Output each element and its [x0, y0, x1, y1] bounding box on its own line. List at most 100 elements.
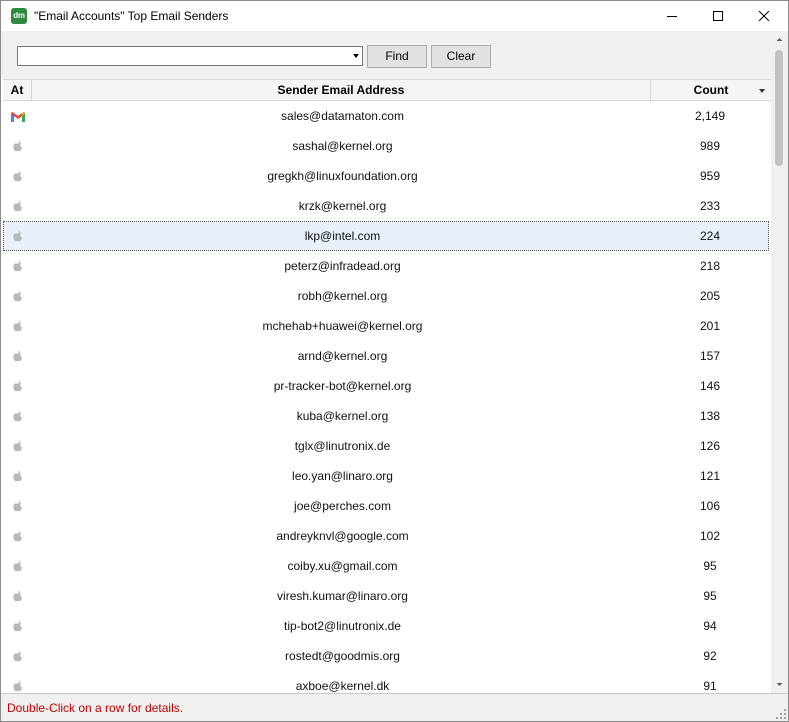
close-icon	[759, 11, 769, 21]
clear-button[interactable]: Clear	[431, 45, 491, 68]
apple-icon	[10, 649, 26, 665]
scroll-down-icon	[776, 683, 783, 686]
column-header-count-label: Count	[693, 83, 729, 97]
sender-email-cell: tip-bot2@linutronix.de	[284, 619, 401, 633]
table-row[interactable]: sashal@kernel.org 989	[3, 131, 769, 161]
count-cell: 91	[703, 679, 717, 693]
count-cell: 157	[699, 349, 721, 363]
count-cell: 126	[699, 439, 721, 453]
count-cell: 95	[703, 589, 717, 603]
table-row[interactable]: peterz@infradead.org 218	[3, 251, 769, 281]
column-header-at[interactable]: At	[3, 80, 32, 101]
count-cell: 989	[699, 139, 721, 153]
scroll-down-button[interactable]	[771, 676, 788, 693]
sender-email-cell: sashal@kernel.org	[292, 139, 393, 153]
sender-email-cell: krzk@kernel.org	[298, 199, 387, 213]
apple-icon	[10, 589, 26, 605]
sender-email-cell: sales@datamaton.com	[281, 109, 404, 123]
apple-icon	[10, 139, 26, 155]
sender-email-cell: andreyknvl@google.com	[276, 529, 409, 543]
table-row[interactable]: viresh.kumar@linaro.org 95	[3, 581, 769, 611]
table-row[interactable]: tip-bot2@linutronix.de 94	[3, 611, 769, 641]
count-cell: 2,149	[694, 109, 726, 123]
count-cell: 233	[699, 199, 721, 213]
sender-email-cell: kuba@kernel.org	[296, 409, 389, 423]
apple-icon	[10, 289, 26, 305]
table-row[interactable]: arnd@kernel.org 157	[3, 341, 769, 371]
apple-icon	[10, 169, 26, 185]
table-row[interactable]: rostedt@goodmis.org 92	[3, 641, 769, 671]
sender-email-cell: coiby.xu@gmail.com	[287, 559, 398, 573]
table-row[interactable]: andreyknvl@google.com 102	[3, 521, 769, 551]
find-button[interactable]: Find	[367, 45, 427, 68]
table-row[interactable]: pr-tracker-bot@kernel.org 146	[3, 371, 769, 401]
sender-email-cell: arnd@kernel.org	[297, 349, 388, 363]
search-combobox[interactable]	[17, 46, 363, 66]
count-cell: 121	[699, 469, 721, 483]
window-title: "Email Accounts" Top Email Senders	[34, 9, 229, 23]
sender-email-cell: robh@kernel.org	[297, 289, 388, 303]
count-cell: 959	[699, 169, 721, 183]
table-row[interactable]: krzk@kernel.org 233	[3, 191, 769, 221]
sender-email-cell: axboe@kernel.dk	[295, 679, 390, 693]
count-cell: 201	[699, 319, 721, 333]
senders-table: At Sender Email Address Count sales@data…	[3, 79, 771, 693]
table-row[interactable]: mchehab+huawei@kernel.org 201	[3, 311, 769, 341]
title-bar: dm "Email Accounts" Top Email Senders	[1, 1, 788, 31]
column-header-email[interactable]: Sender Email Address	[32, 80, 651, 101]
apple-icon	[10, 679, 26, 693]
window: dm "Email Accounts" Top Email Senders Fi…	[0, 0, 789, 722]
apple-icon	[10, 349, 26, 365]
count-cell: 94	[703, 619, 717, 633]
close-button[interactable]	[741, 1, 787, 31]
minimize-icon	[667, 16, 677, 17]
apple-icon	[10, 199, 26, 215]
table-body: sales@datamaton.com 2,149 sashal@kernel.or…	[3, 101, 771, 693]
scroll-up-icon	[776, 38, 783, 41]
table-row[interactable]: kuba@kernel.org 138	[3, 401, 769, 431]
table-row[interactable]: coiby.xu@gmail.com 95	[3, 551, 769, 581]
table-row[interactable]: leo.yan@linaro.org 121	[3, 461, 769, 491]
count-cell: 95	[703, 559, 717, 573]
table-row[interactable]: gregkh@linuxfoundation.org 959	[3, 161, 769, 191]
table-row[interactable]: joe@perches.com 106	[3, 491, 769, 521]
apple-icon	[10, 259, 26, 275]
table-row[interactable]: tglx@linutronix.de 126	[3, 431, 769, 461]
chevron-down-icon[interactable]	[353, 54, 359, 58]
minimize-button[interactable]	[649, 1, 695, 31]
maximize-icon	[713, 11, 723, 21]
resize-grip-icon[interactable]	[776, 709, 786, 719]
table-row[interactable]: robh@kernel.org 205	[3, 281, 769, 311]
table-row[interactable]: axboe@kernel.dk 91	[3, 671, 769, 693]
apple-icon	[10, 619, 26, 635]
count-cell: 205	[699, 289, 721, 303]
sort-descending-icon	[759, 89, 765, 93]
vertical-scrollbar[interactable]	[771, 31, 788, 693]
table-row[interactable]: lkp@intel.com 224	[3, 221, 769, 251]
scroll-up-button[interactable]	[771, 31, 788, 48]
maximize-button[interactable]	[695, 1, 741, 31]
count-cell: 218	[699, 259, 721, 273]
sender-email-cell: joe@perches.com	[294, 499, 391, 513]
apple-icon	[10, 499, 26, 515]
sender-email-cell: tglx@linutronix.de	[294, 439, 391, 453]
count-cell: 106	[699, 499, 721, 513]
apple-icon	[10, 379, 26, 395]
column-header-count[interactable]: Count	[651, 80, 771, 101]
apple-icon	[10, 559, 26, 575]
sender-email-cell: gregkh@linuxfoundation.org	[267, 169, 418, 183]
sender-email-cell: pr-tracker-bot@kernel.org	[273, 379, 412, 393]
sender-email-cell: rostedt@goodmis.org	[285, 649, 400, 663]
status-message: Double-Click on a row for details.	[7, 701, 184, 715]
apple-icon	[10, 529, 26, 545]
apple-icon	[10, 469, 26, 485]
apple-icon	[10, 229, 26, 245]
apple-icon	[10, 439, 26, 455]
scrollbar-thumb[interactable]	[775, 50, 783, 166]
toolbar: Find Clear	[1, 31, 771, 79]
sender-email-cell: lkp@intel.com	[304, 229, 381, 243]
status-bar: Double-Click on a row for details.	[1, 693, 788, 721]
sender-email-cell: leo.yan@linaro.org	[292, 469, 393, 483]
apple-icon	[10, 319, 26, 335]
table-row[interactable]: sales@datamaton.com 2,149	[3, 101, 769, 131]
